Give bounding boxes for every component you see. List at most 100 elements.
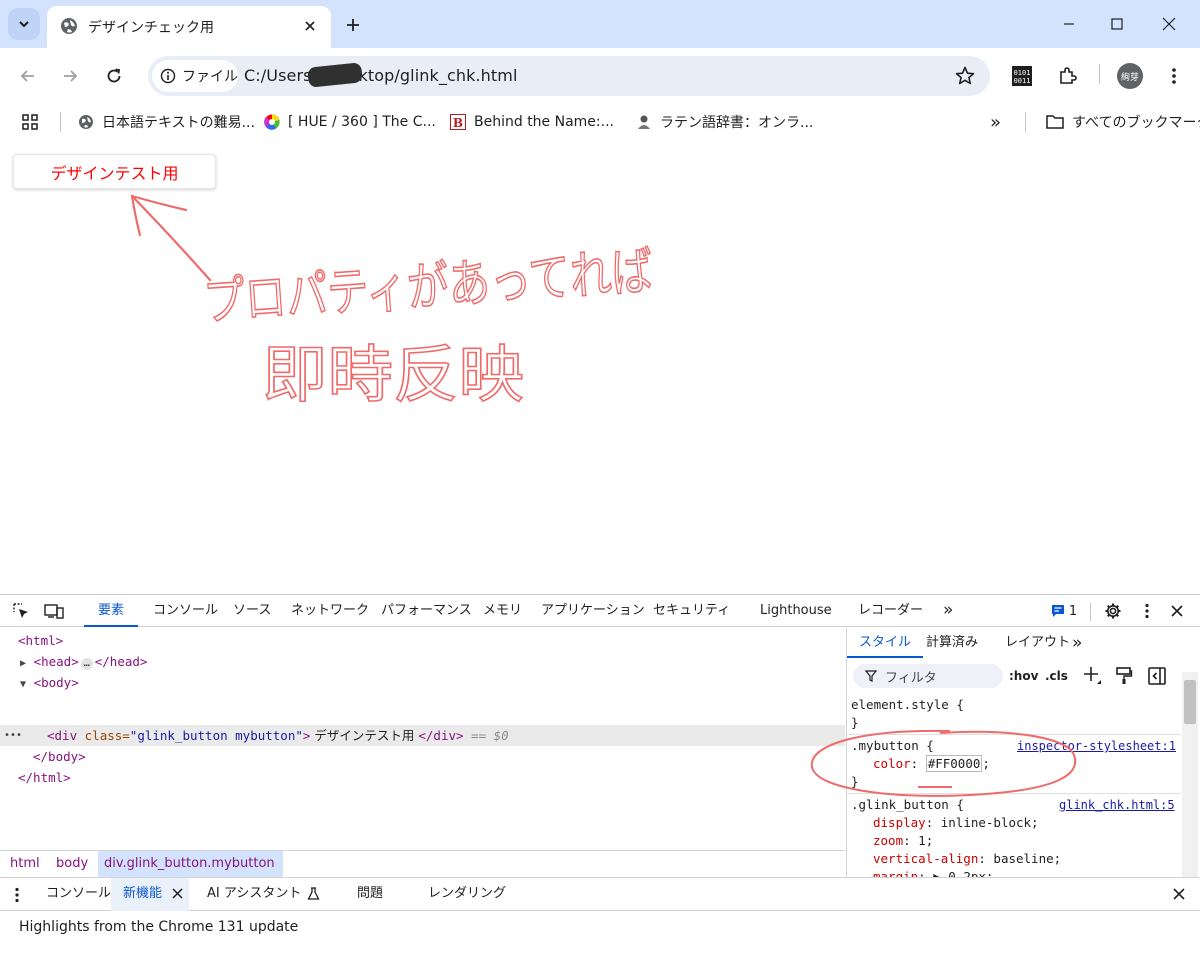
hov-toggle[interactable]: :hov (1009, 664, 1038, 688)
apps-button[interactable] (22, 110, 38, 134)
back-button[interactable] (12, 60, 44, 92)
breadcrumb-selected[interactable]: div.glink_button.mybutton (98, 851, 283, 877)
expand-triangle-icon[interactable]: ▶ (20, 658, 26, 669)
all-bookmarks-button[interactable]: すべてのブックマーク (1046, 110, 1200, 134)
bookmark-star-icon[interactable] (954, 65, 976, 87)
issues-counter[interactable]: 1 (1046, 599, 1082, 623)
address-bar[interactable]: ファイル C:/Users/ /Desktop/glink_chk.html (148, 56, 990, 96)
vertical-align-declaration[interactable]: vertical-align: baseline; (873, 850, 1061, 868)
tab-application[interactable]: アプリケーション (541, 595, 645, 627)
binary-extension-button[interactable]: 0101 0011 (1006, 60, 1038, 92)
tab-performance[interactable]: パフォーマンス (381, 595, 472, 627)
chrome-menu-button[interactable] (1158, 60, 1190, 92)
color-declaration[interactable]: color: #FF0000; (873, 755, 990, 773)
dom-node-html[interactable]: <html> (18, 630, 63, 651)
bookmarks-overflow-button[interactable]: » (990, 110, 1001, 134)
color-value-editor[interactable]: #FF0000 (925, 755, 983, 772)
breadcrumb: html body div.glink_button.mybutton (0, 850, 845, 877)
tab-styles[interactable]: スタイル (847, 628, 924, 658)
tab-sources[interactable]: ソース (233, 595, 271, 627)
node-actions-dots[interactable]: ••• (4, 725, 22, 746)
breadcrumb-body[interactable]: body (54, 851, 90, 877)
cls-toggle[interactable]: .cls (1045, 664, 1068, 688)
info-icon (160, 68, 176, 84)
more-tabs-button[interactable]: » (943, 595, 953, 627)
drawer-menu-button[interactable] (14, 878, 20, 911)
drawer-tab-ai-assistant[interactable]: AI アシスタント (207, 878, 321, 911)
display-declaration[interactable]: display: inline-block; (873, 814, 1039, 832)
bookmark-item[interactable]: [ HUE / 360 ] The C... (264, 110, 436, 134)
tab-console[interactable]: コンソール (153, 595, 218, 627)
mybutton-source-link[interactable]: inspector-stylesheet:1 (1017, 737, 1176, 755)
new-tab-button[interactable] (340, 12, 366, 38)
paint-roller-icon (1116, 667, 1133, 684)
close-tab-button[interactable] (299, 15, 321, 37)
mybutton-selector[interactable]: .mybutton { (851, 737, 934, 755)
drawer-tab-rendering[interactable]: レンダリング (428, 878, 506, 911)
margin-declaration[interactable]: margin: ▶ 0 2px; (873, 868, 993, 877)
settings-button[interactable] (1101, 599, 1125, 623)
breadcrumb-html[interactable]: html (8, 851, 42, 877)
toggle-sidebar-button[interactable] (1147, 666, 1167, 690)
color-format-button[interactable] (1115, 667, 1133, 691)
window-close-button[interactable] (1146, 8, 1192, 40)
rule-separator (847, 734, 1181, 735)
property-value: ▶ 0 2px; (933, 869, 994, 877)
dom-node-body[interactable]: ▼ <body> (20, 672, 79, 693)
inspect-element-button[interactable] (9, 599, 33, 623)
tab-network[interactable]: ネットワーク (291, 595, 369, 627)
dom-node-div[interactable]: <div class="glink_button mybutton"> デザイン… (47, 725, 509, 746)
styles-filter-input[interactable]: フィルタ (853, 664, 1003, 688)
tab-lighthouse[interactable]: Lighthouse (760, 595, 832, 627)
tab-security[interactable]: セキュリティ (653, 595, 730, 627)
message-icon (1051, 605, 1064, 617)
element-style-selector[interactable]: element.style { (851, 696, 964, 714)
tab-search-button[interactable] (8, 8, 40, 40)
dom-node-head[interactable]: ▶ <head>… </head> (20, 651, 147, 672)
bookmark-item[interactable]: ラテン語辞書：オンラ... (636, 110, 813, 134)
profile-avatar[interactable]: 絢芽 (1117, 63, 1143, 89)
url-text[interactable]: C:/Users/ /Desktop/glink_chk.html (244, 66, 518, 85)
tab-memory[interactable]: メモリ (483, 595, 522, 627)
bookmark-item[interactable]: B Behind the Name:... (450, 110, 614, 134)
collapsed-ellipsis[interactable]: … (80, 658, 93, 670)
drawer-tab-whats-new[interactable]: 新機能 (111, 878, 190, 911)
drawer-tab-console[interactable]: コンソール (46, 878, 111, 911)
drawer-tab-issues[interactable]: 問題 (357, 878, 383, 911)
property-name: zoom (873, 833, 904, 848)
tab-recorder[interactable]: レコーダー (858, 595, 923, 627)
device-toolbar-button[interactable] (42, 599, 66, 623)
glink-source-link[interactable]: glink_chk.html:5 (1059, 796, 1175, 814)
maximize-button[interactable] (1094, 8, 1140, 40)
close-icon (305, 21, 315, 31)
forward-button[interactable] (54, 60, 86, 92)
collapse-triangle-icon[interactable]: ▼ (20, 679, 26, 690)
close-drawer-button[interactable] (1172, 878, 1186, 911)
arrow-left-icon (20, 70, 34, 82)
styles-scrollbar[interactable] (1182, 672, 1198, 877)
zoom-declaration[interactable]: zoom: 1; (873, 832, 933, 850)
tab-computed[interactable]: 計算済み (926, 628, 978, 658)
close-icon[interactable] (172, 888, 183, 899)
dom-node-html-close[interactable]: </html> (18, 767, 71, 788)
inspect-icon (13, 603, 28, 618)
dom-node-body-close[interactable]: </body> (33, 746, 86, 767)
site-info-chip[interactable]: ファイル (152, 60, 238, 92)
glink-button-selector[interactable]: .glink_button { (851, 796, 964, 814)
new-style-rule-button[interactable] (1083, 666, 1103, 690)
tab-elements[interactable]: 要素 (84, 595, 139, 627)
styles-more-button[interactable]: » (1072, 628, 1082, 658)
browser-tab[interactable]: デザインチェック用 (47, 6, 331, 48)
extensions-button[interactable] (1051, 60, 1083, 92)
svg-text:B: B (453, 116, 463, 130)
minimize-button[interactable] (1046, 8, 1092, 40)
scrollbar-thumb[interactable] (1184, 680, 1196, 724)
devtools-menu-button[interactable] (1135, 599, 1159, 623)
bookmark-item[interactable]: 日本語テキストの難易... (78, 110, 255, 134)
design-test-button[interactable]: デザインテスト用 (13, 154, 216, 189)
tab-layout[interactable]: レイアウト (1005, 628, 1070, 658)
bookmark-label: 日本語テキストの難易... (102, 115, 255, 131)
reload-button[interactable] (98, 60, 130, 92)
bookmark-label: ラテン語辞書：オンラ... (660, 115, 814, 131)
close-devtools-button[interactable] (1165, 599, 1189, 623)
